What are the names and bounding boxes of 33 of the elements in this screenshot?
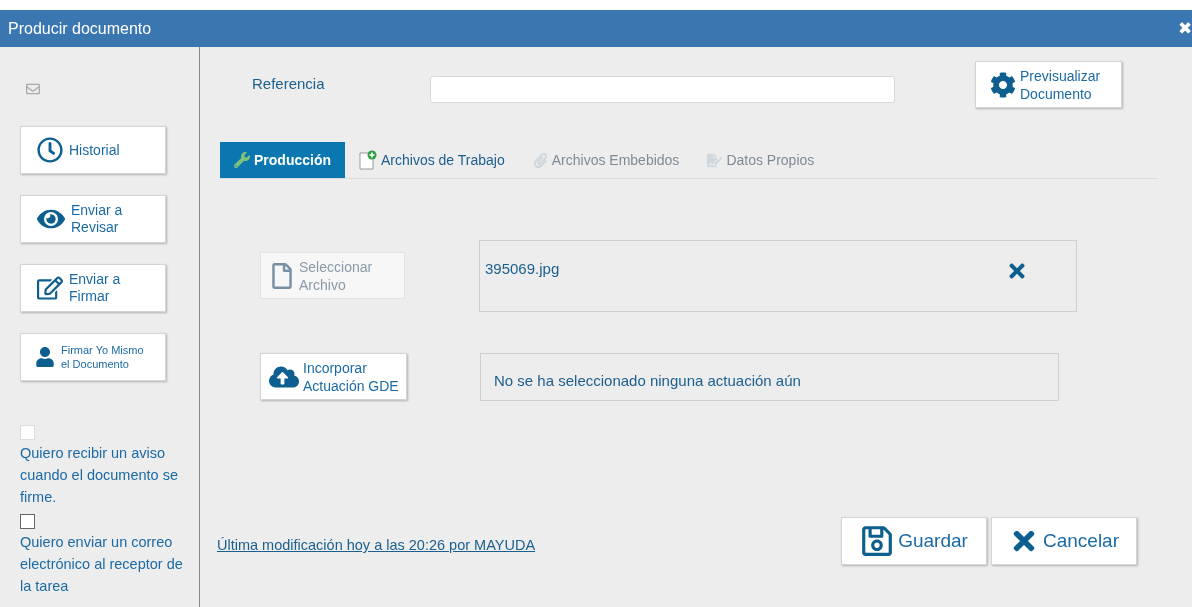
close-button[interactable]: ✖ [1178, 20, 1192, 37]
wrench-icon [234, 152, 250, 168]
incorporate-button[interactable]: Incorporar Actuación GDE [260, 353, 407, 400]
sidebar-button[interactable]: Firmar Yo Mismo el Documento [20, 333, 166, 381]
document-pen-icon [707, 152, 723, 168]
clock-icon [37, 137, 63, 163]
close-icon [1006, 260, 1028, 282]
settings-icon [990, 71, 1016, 98]
sidebar-button[interactable]: Enviar a Firmar [20, 264, 166, 312]
save-button[interactable]: Guardar [841, 517, 987, 565]
checkbox[interactable] [20, 514, 35, 529]
envelope-icon [26, 82, 40, 96]
tab[interactable]: Producción [220, 142, 345, 178]
file-icon [269, 262, 295, 289]
reference-field[interactable] [430, 76, 895, 103]
edit-icon [37, 275, 63, 301]
window-title: Producir documento [8, 18, 152, 39]
reference-label: Referencia [252, 74, 326, 95]
remove-button[interactable] [1006, 260, 1028, 282]
checkbox-label: Quiero recibir un aviso cuando el documento se firme. [20, 444, 179, 507]
last-modified-link[interactable]: Última modificación hoy a las 20:26 por MAYUDA [217, 535, 536, 557]
sidebar-button[interactable]: Enviar a Revisar [20, 195, 166, 243]
status-text: No se ha seleccionado ninguna actuación aún [494, 370, 801, 391]
sidebar-button[interactable]: Historial [20, 126, 166, 174]
paperclip-icon [532, 152, 548, 168]
user-icon [35, 347, 55, 367]
tab[interactable]: Archivos de Trabajo [345, 142, 519, 178]
save-icon [860, 524, 895, 558]
file-name: 395069.jpg [485, 259, 560, 279]
cancel-button[interactable]: Cancelar [991, 517, 1137, 565]
file-add-icon [359, 150, 377, 170]
checkbox-label: Quiero enviar un correo electrónico al receptor de la tarea [20, 533, 184, 596]
preview-button[interactable]: Previsualizar Documento [975, 61, 1122, 108]
